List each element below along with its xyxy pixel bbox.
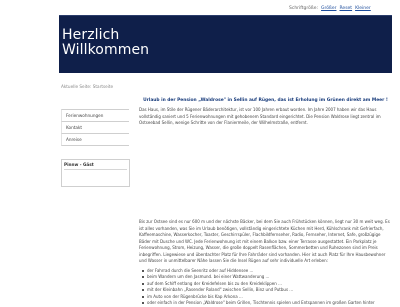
page: Schriftgröße: Größer Reset Kleiner Herzl… bbox=[0, 0, 400, 305]
font-larger-link[interactable]: Größer bbox=[321, 6, 336, 11]
header-banner: Herzlich Willkommen bbox=[59, 15, 392, 73]
page-title: Herzlich Willkommen bbox=[62, 28, 242, 58]
list-item: oder einfach in der Pension „Waldrose" b… bbox=[142, 300, 392, 307]
content-headline: Urlaub in der Pension „Waldrose" in Sell… bbox=[143, 98, 388, 103]
guestbook-box: Pinnw - Gäst bbox=[61, 159, 130, 187]
breadcrumb: Aktuelle Seite: Startseite bbox=[61, 84, 114, 89]
sidebar-item-ferienwohnungen[interactable]: Ferienwohnungen bbox=[61, 109, 129, 122]
intro-paragraph: Das Haus, im Stile der Rügener Bäderarch… bbox=[139, 107, 381, 125]
divider bbox=[64, 169, 127, 170]
page-title-line-1: Herzlich bbox=[62, 27, 120, 43]
guestbook-box-title: Pinnw - Gäst bbox=[64, 162, 94, 167]
page-title-line-2: Willkommen bbox=[62, 42, 150, 58]
main-content: Urlaub in der Pension „Waldrose" in Sell… bbox=[139, 98, 392, 127]
font-reset-link[interactable]: Reset bbox=[340, 6, 353, 11]
font-smaller-link[interactable]: Kleiner bbox=[355, 6, 371, 11]
details-section: Bis zur Ostsee sind es nur 600 m und der… bbox=[139, 215, 392, 307]
activity-list: der Fahrrad durch die Seenritz oder auf … bbox=[142, 268, 392, 307]
sidebar-nav: Ferienwohnungen Kontakt Anreise bbox=[61, 109, 129, 146]
details-paragraph: Bis zur Ostsee sind es nur 600 m und der… bbox=[139, 219, 390, 263]
font-size-bar: Schriftgröße: Größer Reset Kleiner bbox=[289, 3, 393, 13]
sidebar-item-kontakt[interactable]: Kontakt bbox=[61, 122, 129, 134]
sidebar-item-anreise[interactable]: Anreise bbox=[61, 134, 129, 146]
font-size-label: Schriftgröße: bbox=[289, 5, 319, 11]
